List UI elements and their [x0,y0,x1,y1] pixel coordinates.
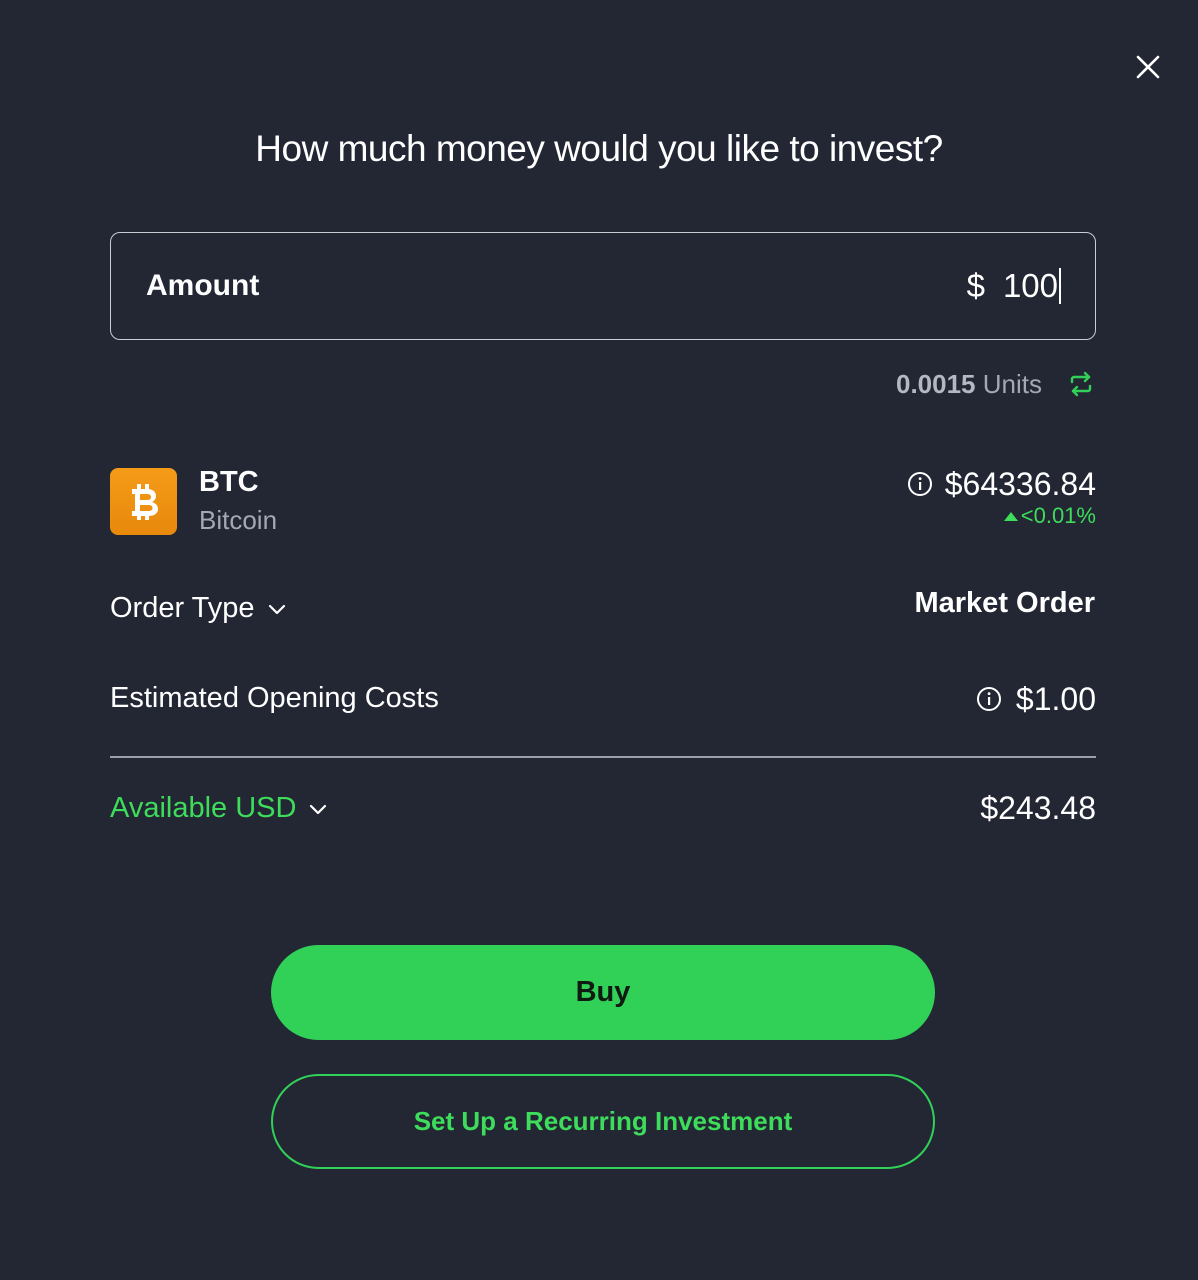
price-change: <0.01% [1003,503,1096,529]
chevron-down-icon [268,604,285,614]
available-usd-value: $243.48 [980,790,1096,826]
asset-price: $64336.84 [944,465,1096,502]
text-caret [1059,268,1061,304]
currency-symbol: $ [966,267,985,304]
info-icon [976,687,1001,711]
units-label: Units [982,368,1042,399]
amount-label: Amount [146,269,260,302]
opening-costs-row: $1.00 [976,679,1096,719]
units-text: 0.0015 Units [896,369,1042,400]
asset-name: Bitcoin [199,505,278,535]
price-change-value: <0.01% [1020,503,1096,528]
recurring-investment-button[interactable]: Set Up a Recurring Investment [271,1074,935,1169]
close-icon [1136,55,1160,79]
swap-icon [1070,371,1092,397]
amount-input[interactable]: Amount $ 100 [110,232,1096,340]
order-type-dropdown[interactable]: Order Type [110,592,287,625]
asset-symbol: BTC [199,466,259,498]
asset-price-row: $64336.84 [907,464,1096,504]
swap-units-button[interactable] [1066,369,1096,399]
info-icon [907,472,932,496]
amount-value[interactable]: 100 [1003,267,1058,305]
divider [110,756,1096,758]
costs-info-button[interactable] [976,686,1002,712]
available-usd-dropdown[interactable]: Available USD [110,792,328,825]
bitcoin-icon [131,483,158,520]
amount-field[interactable]: $ 100 [967,267,1061,305]
dialog-title: How much money would you like to invest? [255,128,943,169]
opening-costs-value: $1.00 [1015,680,1096,717]
order-type-value: Market Order [914,587,1095,619]
order-type-label: Order Type [110,592,255,624]
available-usd-label: Available USD [110,792,297,824]
buy-button[interactable]: Buy [271,945,935,1040]
triangle-up-icon [1003,511,1018,521]
price-info-button[interactable] [907,471,933,497]
opening-costs-label: Estimated Opening Costs [110,682,439,714]
units-conversion: 0.0015 Units [896,366,1096,402]
chevron-down-icon [310,804,327,814]
units-value: 0.0015 [895,368,976,399]
btc-logo [110,468,177,535]
close-button[interactable] [1130,49,1166,85]
